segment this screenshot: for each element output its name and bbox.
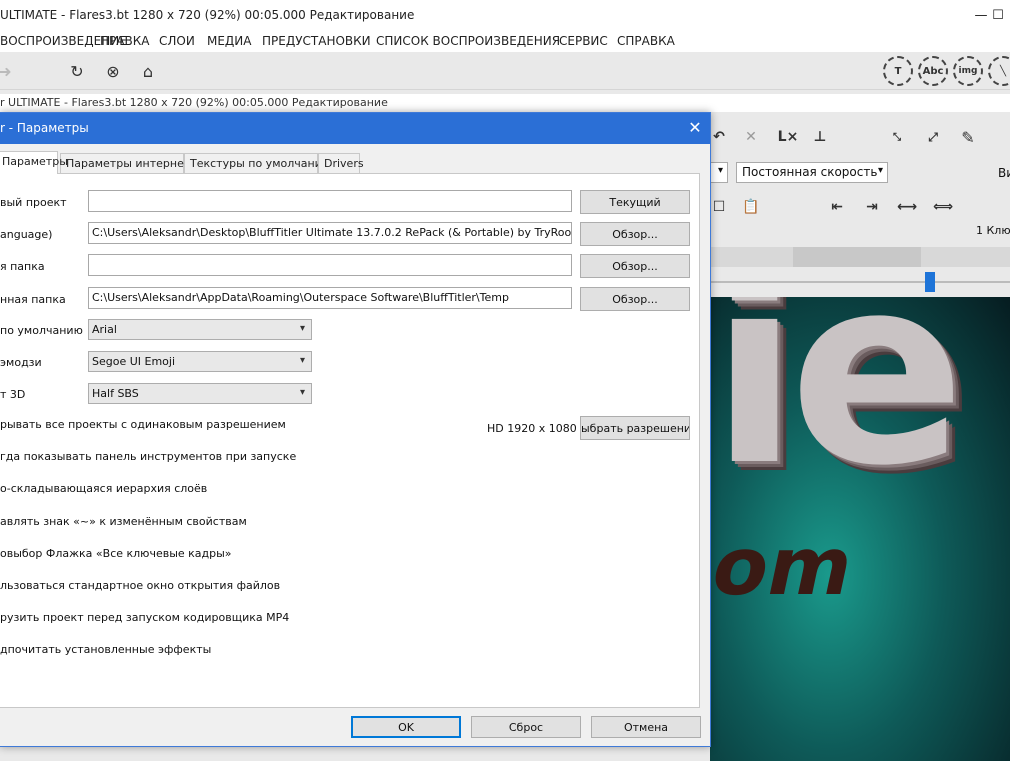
settings-dialog: r - Параметры ✕ Параметры Параметры инте… [0, 112, 711, 747]
menu-edit[interactable]: ПРАВКА [100, 34, 149, 48]
chevron-down-icon: ▾ [299, 323, 305, 334]
main-toolbar: ➜ ↻ ⊗ ⌂ T Abc img ╲ [0, 52, 1010, 90]
current-button[interactable]: Текущий [580, 190, 690, 214]
timeline-segment[interactable] [793, 247, 921, 267]
ok-button[interactable]: OK [351, 716, 461, 738]
reload-icon[interactable]: ↻ [64, 58, 90, 84]
menu-service[interactable]: СЕРВИС [559, 34, 608, 48]
emoji-font-label: эмодзи [0, 356, 42, 369]
new-project-label: вый проект [0, 196, 67, 209]
tab-default-textures[interactable]: Текстуры по умолчанию [184, 153, 331, 173]
split-icon[interactable]: ✕ [736, 122, 766, 152]
tab-drivers[interactable]: Drivers [318, 153, 364, 173]
align-icon[interactable]: ⊥ [805, 122, 835, 152]
paste-icon[interactable]: 📋 [736, 192, 766, 222]
browse-folder-button[interactable]: Обзор... [580, 254, 690, 278]
preview-canvas[interactable]: ie om [710, 297, 1010, 761]
chevron-down-icon: ▾ [299, 387, 305, 398]
app-titlebar: ULTIMATE - Flares3.bt 1280 x 720 (92%) 0… [0, 0, 1010, 30]
time-slider-thumb[interactable] [925, 272, 935, 292]
browse-language-button[interactable]: Обзор... [580, 222, 690, 246]
browse-temp-button[interactable]: Обзор... [580, 287, 690, 311]
expand-icon[interactable]: ⟷ [892, 192, 922, 222]
speed-dropdown[interactable]: Постоянная скорость ▾ [736, 162, 888, 183]
inner-titlebar: r ULTIMATE - Flares3.bt 1280 x 720 (92%)… [0, 94, 1010, 112]
tilde-mark-checkbox-label[interactable]: авлять знак «~» к изменённым свойствам [0, 515, 247, 528]
settings-panel: вый проект Текущий anguage) C:\Users\Ale… [0, 173, 700, 708]
collapse-icon[interactable]: ⟺ [928, 192, 958, 222]
side-label: Ви [998, 166, 1010, 180]
menu-help[interactable]: СПРАВКА [617, 34, 675, 48]
temp-folder-input[interactable]: C:\Users\Aleksandr\AppData\Roaming\Outer… [88, 287, 572, 309]
prefer-installed-effects-checkbox-label[interactable]: дпочитать установленные эффекты [0, 643, 211, 656]
dialog-title: r - Параметры [0, 121, 89, 135]
image-resize-icon[interactable]: ⤢ [918, 122, 948, 152]
resolution-value: HD 1920 x 1080 [487, 422, 577, 435]
abc-resize-icon[interactable]: ⤡ [882, 122, 912, 152]
language-path-input[interactable]: C:\Users\Aleksandr\Desktop\BluffTitler U… [88, 222, 572, 244]
chevron-down-icon: ▾ [299, 355, 305, 366]
menu-layers[interactable]: СЛОИ [159, 34, 195, 48]
emoji-font-select[interactable]: Segoe UI Emoji ▾ [88, 351, 312, 372]
keys-label: 1 Ключ [976, 224, 1010, 237]
menu-playlist[interactable]: СПИСОК ВОСПРОИЗВЕДЕНИЯ [376, 34, 560, 48]
default-font-label: по умолчанию [0, 324, 83, 337]
go-end-icon[interactable]: ⇥ [857, 192, 887, 222]
speed-dropdown-value: Постоянная скорость [742, 165, 878, 179]
tab-internet[interactable]: Параметры интернета [60, 153, 197, 173]
tab-settings[interactable]: Параметры [0, 151, 68, 174]
app-title: ULTIMATE - Flares3.bt 1280 x 720 (92%) 0… [0, 8, 415, 22]
language-label: anguage) [0, 228, 53, 241]
inner-title: r ULTIMATE - Flares3.bt 1280 x 720 (92%)… [0, 96, 388, 109]
format-3d-value: Half SBS [92, 387, 139, 400]
dialog-titlebar: r - Параметры ✕ [0, 113, 710, 144]
go-start-icon[interactable]: ⇤ [822, 192, 852, 222]
temp-folder-label: нная папка [0, 293, 66, 306]
menu-media[interactable]: МЕДИА [207, 34, 252, 48]
redo-icon[interactable]: ➜ [0, 58, 18, 84]
preview-title-text: ie [710, 297, 965, 523]
menu-presets[interactable]: ПРЕДУСТАНОВКИ [262, 34, 371, 48]
cancel-button[interactable]: Отмена [591, 716, 701, 738]
abc-layer-tool-icon[interactable]: Abc [918, 56, 948, 86]
maximize-button[interactable]: ☐ [986, 0, 1010, 30]
preview-subtitle-text: om [710, 520, 863, 613]
all-keyframes-checkbox-label[interactable]: овыбор Флажка «Все ключевые кадры» [0, 547, 232, 560]
menu-bar: ВОСПРОИЗВЕДЕНИЕ ПРАВКА СЛОИ МЕДИА ПРЕДУС… [0, 30, 1010, 52]
text-layer-tool-icon[interactable]: T [883, 56, 913, 86]
emoji-font-value: Segoe UI Emoji [92, 355, 176, 368]
stop-icon[interactable]: ⊗ [100, 58, 126, 84]
pen-icon[interactable]: ✎ [953, 122, 983, 152]
image-layer-tool-icon[interactable]: img [953, 56, 983, 86]
choose-resolution-button[interactable]: ыбрать разрешение. [580, 416, 690, 440]
line-tool-icon[interactable]: ╲ [988, 56, 1010, 86]
x-axis-icon[interactable]: L× [773, 122, 803, 152]
format-3d-select[interactable]: Half SBS ▾ [88, 383, 312, 404]
chevron-down-icon: ▾ [877, 165, 883, 176]
standard-open-dialog-checkbox-label[interactable]: льзоваться стандартное окно открытия фай… [0, 579, 280, 592]
reload-before-mp4-checkbox-label[interactable]: рузить проект перед запуском кодировщика… [0, 611, 289, 624]
time-slider-track[interactable] [710, 281, 1010, 283]
same-resolution-checkbox-label[interactable]: рывать все проекты с одинаковым разрешен… [0, 418, 286, 431]
left-dropdown[interactable]: ▾ [710, 162, 728, 183]
folder-label: я папка [0, 260, 45, 273]
close-icon[interactable]: ✕ [683, 118, 707, 138]
auto-collapse-checkbox-label[interactable]: о-складывающаяся иерархия слоёв [0, 482, 207, 495]
default-font-value: Arial [92, 323, 117, 336]
folder-input[interactable] [88, 254, 572, 276]
new-project-input[interactable] [88, 190, 572, 212]
show-toolbar-checkbox-label[interactable]: гда показывать панель инструментов при з… [0, 450, 296, 463]
home-icon[interactable]: ⌂ [135, 58, 161, 84]
reset-button[interactable]: Сброс [471, 716, 581, 738]
format-3d-label: т 3D [0, 388, 26, 401]
default-font-select[interactable]: Arial ▾ [88, 319, 312, 340]
